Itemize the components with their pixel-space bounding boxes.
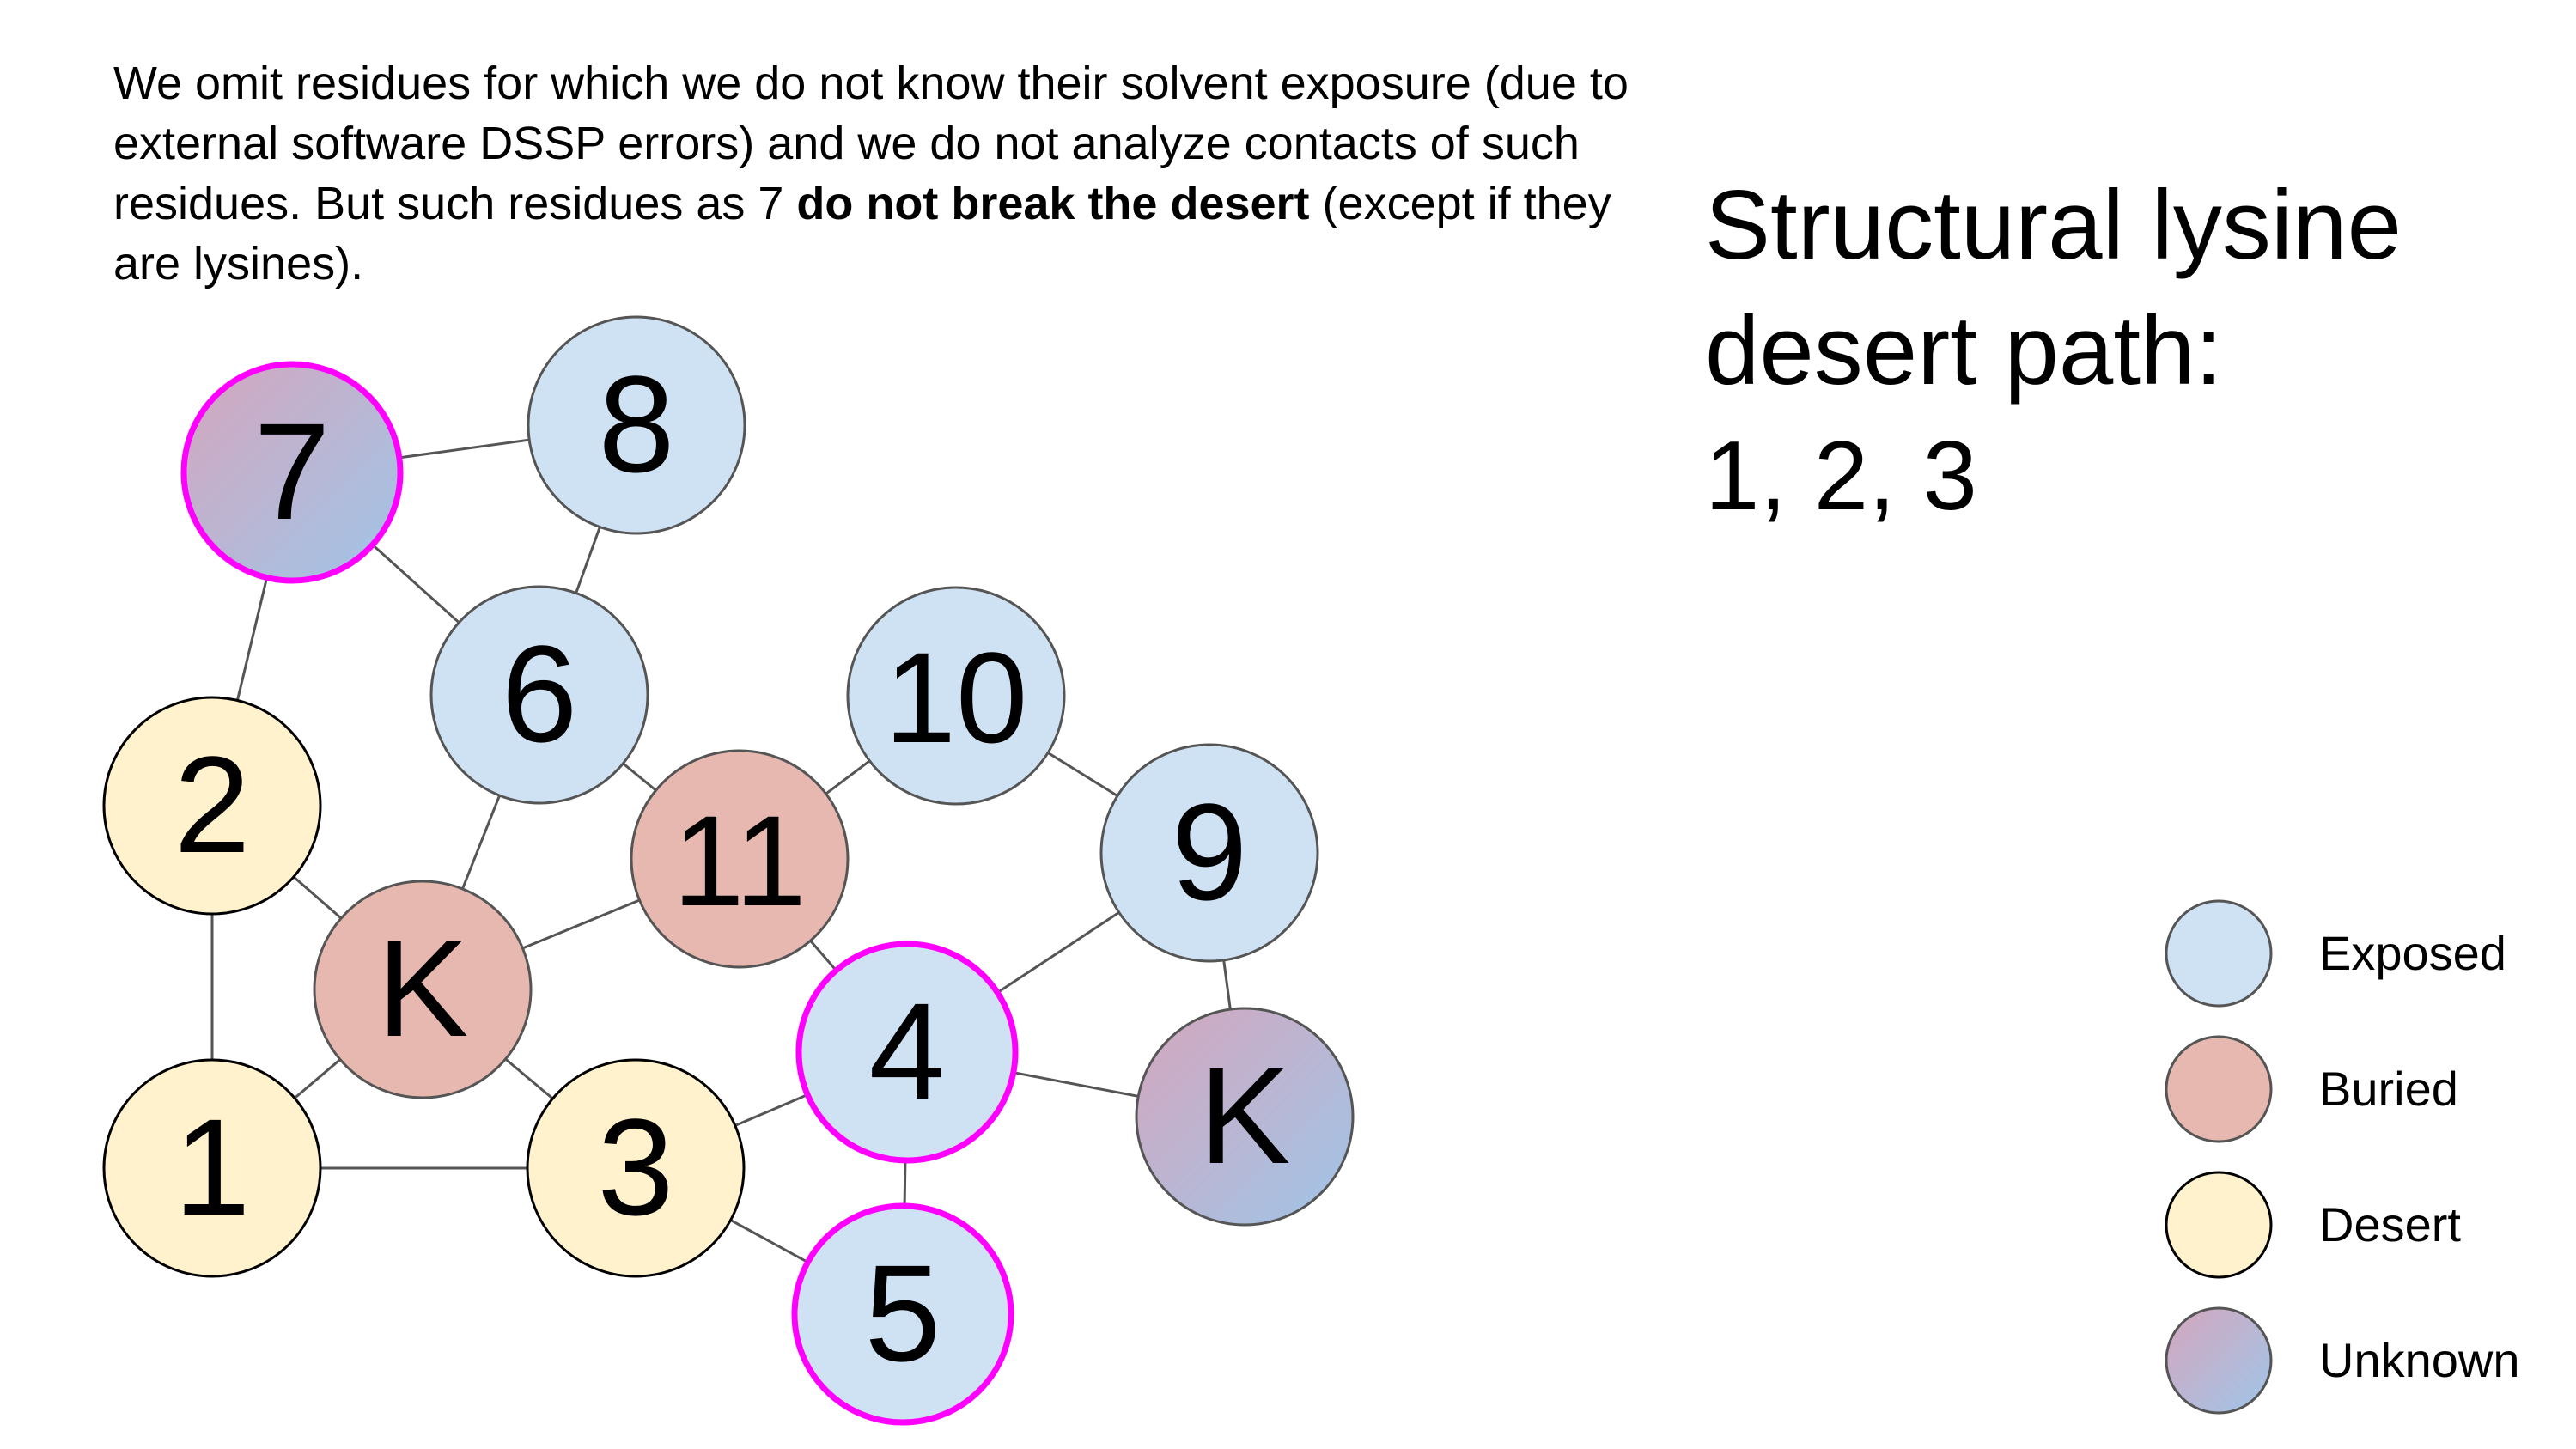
legend-swatch-desert — [2165, 1171, 2273, 1279]
node-n11: 11 — [630, 749, 850, 969]
node-label-n9: 9 — [1172, 775, 1248, 928]
legend-label-buried: Buried — [2319, 1062, 2458, 1116]
node-n9: 9 — [1099, 743, 1319, 963]
legend-label-desert: Desert — [2319, 1197, 2461, 1251]
legend-swatch-unknown — [2165, 1306, 2273, 1415]
node-label-n4: 4 — [869, 974, 946, 1128]
node-n8: 8 — [527, 315, 746, 535]
node-label-n5: 5 — [865, 1236, 941, 1390]
residue-contact-graph: 7 86 102 11 9K 4 K1 35 — [102, 315, 2273, 1426]
legend-swatch-exposed — [2165, 899, 2273, 1008]
node-n5: 5 — [791, 1202, 1014, 1426]
node-n10: 10 — [846, 586, 1066, 806]
node-label-n1: 1 — [174, 1090, 251, 1244]
node-label-nK2: K — [1199, 1038, 1291, 1192]
node-n3: 3 — [526, 1058, 746, 1278]
residue-nodes: 7 86 102 11 9K 4 K1 35 — [102, 315, 1355, 1426]
node-label-n10: 10 — [885, 625, 1028, 770]
node-label-n6: 6 — [502, 617, 578, 770]
node-label-n11: 11 — [673, 788, 807, 933]
node-label-nK1: K — [377, 911, 469, 1065]
node-nK1: K — [313, 880, 533, 1099]
legend-label-unknown: Unknown — [2319, 1333, 2520, 1387]
node-nK2: K — [1135, 1007, 1355, 1227]
node-label-n3: 3 — [598, 1090, 674, 1244]
node-n4: 4 — [795, 941, 1019, 1164]
node-n7: 7 — [180, 361, 404, 584]
node-label-n7: 7 — [254, 394, 331, 548]
legend-swatch-buried — [2165, 1035, 2273, 1143]
node-n2: 2 — [102, 696, 322, 916]
node-label-n2: 2 — [174, 728, 251, 881]
node-label-n8: 8 — [599, 347, 675, 501]
node-n1: 1 — [102, 1058, 322, 1278]
node-n6: 6 — [429, 585, 649, 805]
legend-label-exposed: Exposed — [2319, 926, 2506, 980]
legend — [2165, 899, 2273, 1415]
